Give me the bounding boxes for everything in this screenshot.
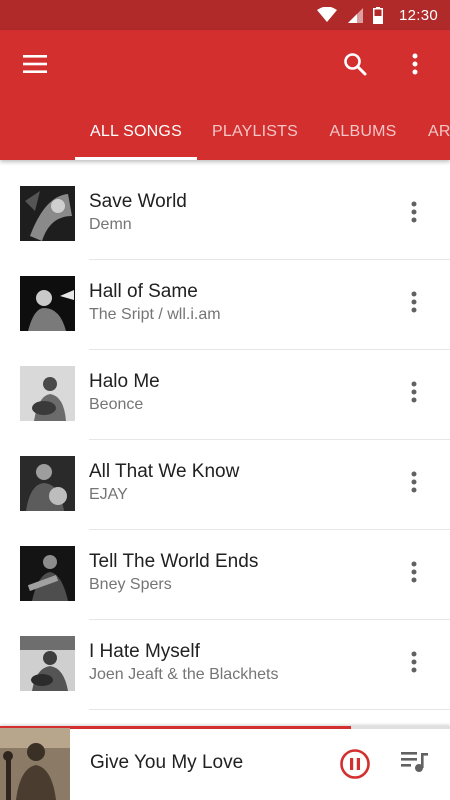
menu-icon — [23, 54, 47, 78]
tab-label: ALBUMS — [329, 123, 397, 140]
song-overflow-button[interactable] — [396, 552, 432, 596]
overflow-menu-button[interactable] — [393, 44, 437, 88]
song-row[interactable]: Halo Me Beonce — [0, 350, 450, 440]
tab-bar: ALL SONGS PLAYLISTS ALBUMS ARTISTS — [0, 104, 450, 160]
album-art — [20, 276, 75, 331]
more-vert-icon — [411, 471, 417, 498]
more-vert-icon — [411, 381, 417, 408]
song-artist: Joen Jeaft & the Blackhets — [89, 666, 279, 683]
song-title: Tell The World Ends — [89, 551, 259, 572]
status-time: 12:30 — [398, 6, 438, 24]
pause-circle-icon — [339, 749, 371, 784]
song-row[interactable]: All That We Know EJAY — [0, 440, 450, 530]
song-list: Save World Demn Hall of Same The Sript /… — [0, 170, 450, 726]
tab-all-songs[interactable]: ALL SONGS — [75, 104, 197, 160]
song-artist: The Sript / wll.i.am — [89, 306, 221, 323]
song-title: All That We Know — [89, 461, 240, 482]
battery-icon — [372, 6, 383, 24]
song-overflow-button[interactable] — [396, 192, 432, 236]
more-vert-icon — [411, 201, 417, 228]
song-title: Hall of Same — [89, 281, 198, 302]
more-vert-icon — [411, 651, 417, 678]
status-bar: 12:30 — [0, 0, 450, 30]
pause-button[interactable] — [339, 748, 371, 780]
tab-label: ARTISTS — [428, 123, 450, 140]
now-playing-title: Give You My Love — [90, 752, 244, 773]
album-art — [20, 456, 75, 511]
song-title: I Hate Myself — [89, 641, 200, 662]
song-artist: Demn — [89, 216, 132, 233]
song-overflow-button[interactable] — [396, 642, 432, 686]
song-artist: Bney Spers — [89, 576, 172, 593]
album-art — [20, 366, 75, 421]
song-artist: EJAY — [89, 486, 128, 503]
song-row[interactable]: I Hate Myself Joen Jeaft & the Blackhets — [0, 620, 450, 710]
tab-playlists[interactable]: PLAYLISTS — [199, 104, 311, 160]
song-overflow-button[interactable] — [396, 372, 432, 416]
cell-signal-icon — [347, 7, 363, 23]
queue-music-icon — [401, 750, 429, 779]
more-vert-icon — [411, 561, 417, 588]
queue-button[interactable] — [400, 750, 430, 778]
more-vert-icon — [411, 291, 417, 318]
song-artist: Beonce — [89, 396, 144, 413]
search-icon — [343, 52, 367, 81]
tab-label: ALL SONGS — [90, 123, 182, 140]
more-vert-icon — [412, 53, 418, 80]
album-art — [20, 546, 75, 601]
album-art — [20, 186, 75, 241]
song-row[interactable]: Save World Demn — [0, 170, 450, 260]
divider — [89, 709, 450, 710]
wifi-icon — [316, 7, 337, 23]
now-playing-album-art — [0, 728, 70, 800]
tab-label: PLAYLISTS — [212, 123, 298, 140]
song-row[interactable]: Tell The World Ends Bney Spers — [0, 530, 450, 620]
song-title: Save World — [89, 191, 187, 212]
tab-albums[interactable]: ALBUMS — [316, 104, 410, 160]
song-overflow-button[interactable] — [396, 282, 432, 326]
song-overflow-button[interactable] — [396, 462, 432, 506]
tab-artists[interactable]: ARTISTS — [418, 104, 450, 160]
song-title: Halo Me — [89, 371, 160, 392]
tab-indicator — [75, 157, 197, 160]
album-art — [20, 636, 75, 691]
app-bar: ALL SONGS PLAYLISTS ALBUMS ARTISTS — [0, 30, 450, 160]
menu-button[interactable] — [13, 44, 57, 88]
song-row[interactable]: Hall of Same The Sript / wll.i.am — [0, 260, 450, 350]
now-playing-bar[interactable]: Give You My Love — [0, 726, 450, 800]
search-button[interactable] — [333, 44, 377, 88]
